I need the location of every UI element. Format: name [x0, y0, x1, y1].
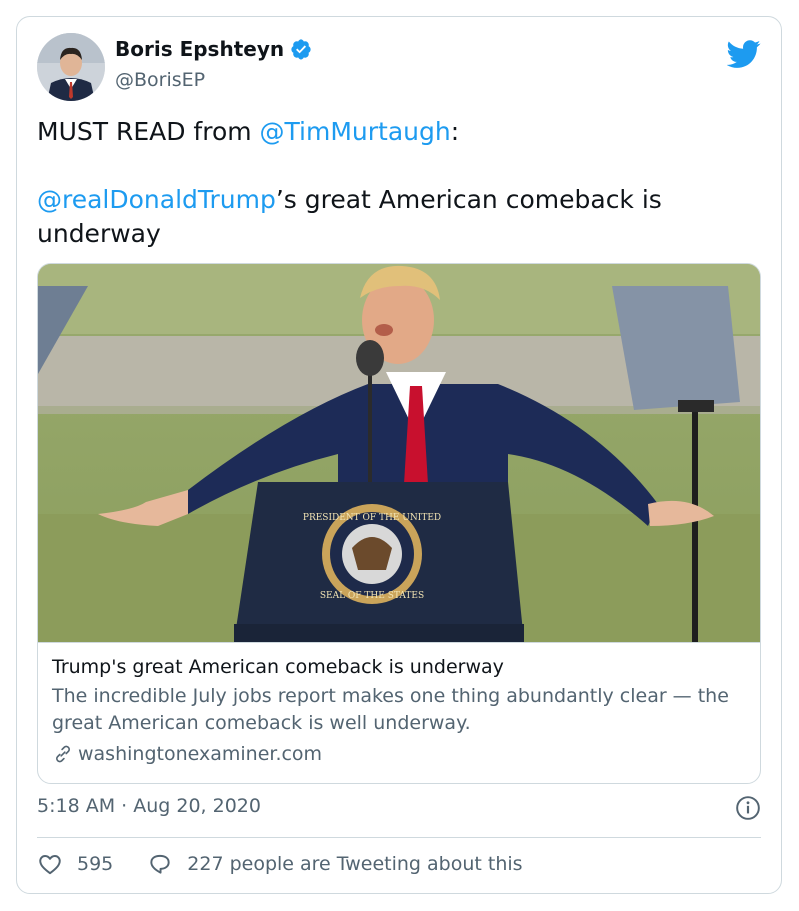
tweet-text: MUST READ from @TimMurtaugh: @realDonald… [37, 115, 757, 251]
twitter-bird-icon[interactable] [727, 37, 761, 71]
tweet-text-part: : [450, 117, 460, 146]
tweeting-about-text[interactable]: 227 people are Tweeting about this [187, 853, 522, 875]
link-title[interactable]: Trump's great American comeback is under… [52, 653, 748, 681]
link-preview-image[interactable]: PRESIDENT OF THE UNITED SEAL OF THE STAT… [38, 264, 760, 642]
tweet-text-part: MUST READ from [37, 117, 260, 146]
tweet-card: Boris Epshteyn @BorisEP MUST READ from @… [16, 16, 782, 894]
link-description: The incredible July jobs report makes on… [52, 685, 729, 734]
heart-icon[interactable] [37, 851, 63, 877]
author-handle[interactable]: @BorisEP [115, 69, 205, 91]
divider [37, 837, 761, 838]
mention-timmurtaugh[interactable]: @TimMurtaugh [260, 117, 451, 146]
like-count: 595 [77, 853, 114, 875]
link-icon [56, 745, 70, 763]
link-domain-row[interactable]: washingtonexaminer.com [52, 740, 748, 768]
article-photo: PRESIDENT OF THE UNITED SEAL OF THE STAT… [38, 264, 760, 642]
info-icon[interactable] [735, 795, 761, 821]
link-preview-meta[interactable]: Trump's great American comeback is under… [38, 642, 760, 783]
tweet-actions: 595 227 people are Tweeting about this [37, 851, 523, 877]
verified-badge-icon [291, 39, 311, 60]
seal-text-bottom: SEAL OF THE STATES [320, 591, 424, 601]
like-action[interactable]: 595 [37, 851, 113, 877]
tweet-timestamp[interactable]: 5:18 AM · Aug 20, 2020 [37, 795, 261, 817]
link-preview-card[interactable]: PRESIDENT OF THE UNITED SEAL OF THE STAT… [37, 263, 761, 784]
reply-action[interactable]: 227 people are Tweeting about this [147, 851, 523, 877]
seal-text-top: PRESIDENT OF THE UNITED [303, 513, 441, 523]
author-name[interactable]: Boris Epshteyn [115, 37, 284, 61]
link-domain[interactable]: washingtonexaminer.com [78, 740, 322, 768]
avatar-photo [37, 33, 105, 101]
avatar[interactable] [37, 33, 105, 101]
reply-bubble-icon[interactable] [147, 851, 173, 877]
mention-realdonaldtrump[interactable]: @realDonaldTrump [37, 185, 276, 214]
